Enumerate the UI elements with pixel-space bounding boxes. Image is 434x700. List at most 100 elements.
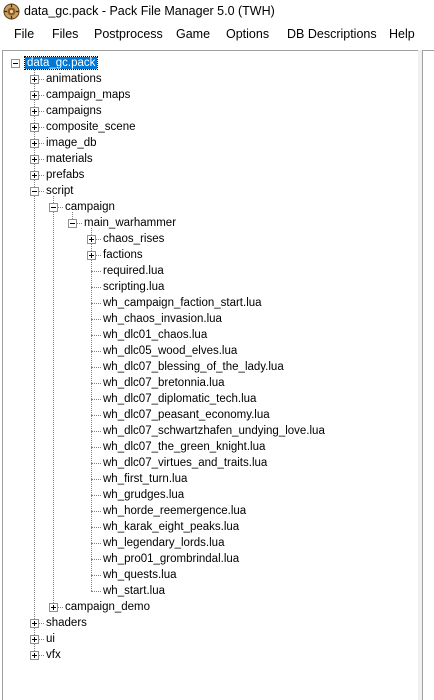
tree-node-label: wh_legendary_lords.lua — [103, 537, 225, 549]
tree-folder-node[interactable]: campaign — [63, 199, 117, 215]
expand-plus-icon[interactable] — [30, 75, 39, 84]
window-title: data_gc.pack - Pack File Manager 5.0 (TW… — [24, 4, 275, 18]
tree-folder-node[interactable]: script — [44, 183, 75, 199]
tree-folder-node[interactable]: composite_scene — [44, 119, 138, 135]
tree-file-node[interactable]: wh_dlc07_the_green_knight.lua — [101, 439, 267, 455]
editor-pane[interactable] — [422, 50, 434, 700]
tree-connector — [91, 399, 101, 400]
tree-node-label: wh_quests.lua — [103, 569, 177, 581]
tree-node-label: wh_start.lua — [103, 585, 166, 597]
pack-file-tree[interactable]: data_gc.pack animations campaign_mapscampa… — [2, 50, 418, 700]
expand-plus-icon[interactable] — [30, 139, 39, 148]
tree-node-label: shaders — [46, 617, 87, 629]
tree-folder-node[interactable]: prefabs — [44, 167, 86, 183]
expand-plus-icon[interactable] — [30, 155, 39, 164]
expand-plus-icon[interactable] — [30, 123, 39, 132]
tree-connector — [91, 495, 101, 496]
expand-plus-icon[interactable] — [30, 619, 39, 628]
tree-node-label: wh_dlc07_schwartzhafen_undying_love.lua — [103, 425, 325, 437]
tree-node-label: wh_first_turn.lua — [103, 473, 188, 485]
tree-node-label: campaign_maps — [46, 89, 131, 101]
tree-node-label: wh_dlc07_diplomatic_tech.lua — [103, 393, 257, 405]
tree-folder-node[interactable]: materials — [44, 151, 95, 167]
tree-file-node[interactable]: wh_quests.lua — [101, 567, 179, 583]
tree-connector — [91, 319, 101, 320]
menu-help[interactable]: Help — [389, 27, 415, 41]
tree-file-node[interactable]: wh_dlc07_blessing_of_the_lady.lua — [101, 359, 286, 375]
tree-node-label: wh_dlc07_the_green_knight.lua — [103, 441, 266, 453]
tree-file-node[interactable]: wh_pro01_grombrindal.lua — [101, 551, 241, 567]
expand-plus-icon[interactable] — [30, 635, 39, 644]
tree-connector — [91, 543, 101, 544]
tree-file-node[interactable]: wh_dlc07_bretonnia.lua — [101, 375, 226, 391]
expand-plus-icon[interactable] — [30, 171, 39, 180]
tree-file-node[interactable]: wh_first_turn.lua — [101, 471, 189, 487]
tree-folder-node[interactable]: main_warhammer — [82, 215, 178, 231]
tree-file-node[interactable]: wh_karak_eight_peaks.lua — [101, 519, 241, 535]
collapse-minus-icon[interactable] — [30, 187, 39, 196]
tree-node-label: chaos_rises — [103, 233, 165, 245]
tree-folder-node[interactable]: campaigns — [44, 103, 104, 119]
tree-file-node[interactable]: wh_legendary_lords.lua — [101, 535, 226, 551]
tree-file-node[interactable]: wh_grudges.lua — [101, 487, 186, 503]
tree-file-node[interactable]: wh_chaos_invasion.lua — [101, 311, 224, 327]
tree-folder-node[interactable]: image_db — [44, 135, 99, 151]
tree-file-node[interactable]: wh_dlc07_schwartzhafen_undying_love.lua — [101, 423, 327, 439]
tree-file-node[interactable]: wh_horde_reemergence.lua — [101, 503, 248, 519]
expand-plus-icon[interactable] — [87, 251, 96, 260]
tree-node-label: prefabs — [46, 169, 85, 181]
tree-folder-node[interactable]: chaos_rises — [101, 231, 166, 247]
tree-folder-node[interactable]: animations — [44, 71, 104, 87]
tree-node-label: wh_dlc01_chaos.lua — [103, 329, 208, 341]
tree-file-node[interactable]: wh_dlc07_peasant_economy.lua — [101, 407, 272, 423]
tree-file-node[interactable]: scripting.lua — [101, 279, 166, 295]
tree-folder-node[interactable]: ui — [44, 631, 57, 647]
tree-node-label: wh_dlc07_bretonnia.lua — [103, 377, 225, 389]
expand-plus-icon[interactable] — [49, 603, 58, 612]
collapse-minus-icon[interactable] — [68, 219, 77, 228]
tree-node-label: scripting.lua — [103, 281, 165, 293]
menu-file[interactable]: File — [14, 27, 34, 41]
tree-node-label: wh_chaos_invasion.lua — [103, 313, 222, 325]
tree-node-label: composite_scene — [46, 121, 136, 133]
tree-folder-node[interactable]: vfx — [44, 647, 63, 663]
collapse-minus-icon[interactable] — [49, 203, 58, 212]
tree-file-node[interactable]: wh_dlc05_wood_elves.lua — [101, 343, 239, 359]
expand-plus-icon[interactable] — [30, 651, 39, 660]
expand-plus-icon[interactable] — [30, 107, 39, 116]
tree-folder-node[interactable]: data_gc.pack — [23, 55, 99, 71]
tree-node-label: animations — [46, 73, 102, 85]
menu-options[interactable]: Options — [226, 27, 269, 41]
menu-postprocess[interactable]: Postprocess — [94, 27, 163, 41]
tree-node-label: wh_pro01_grombrindal.lua — [103, 553, 240, 565]
menu-game[interactable]: Game — [176, 27, 210, 41]
menu-files[interactable]: Files — [52, 27, 78, 41]
tree-node-label: wh_dlc07_blessing_of_the_lady.lua — [103, 361, 284, 373]
tree-node-label: wh_karak_eight_peaks.lua — [103, 521, 240, 533]
tree-folder-node[interactable]: campaign_demo — [63, 599, 152, 615]
tree-file-node[interactable]: wh_dlc07_virtues_and_traits.lua — [101, 455, 269, 471]
tree-node-label: materials — [46, 153, 93, 165]
tree-connector — [91, 383, 101, 384]
tree-node-label: main_warhammer — [84, 217, 177, 229]
menu-db-descriptions[interactable]: DB Descriptions — [287, 27, 377, 41]
tree-folder-node[interactable]: factions — [101, 247, 145, 263]
tree-connector — [91, 228, 92, 591]
tree-node-label: image_db — [46, 137, 97, 149]
expand-plus-icon[interactable] — [87, 235, 96, 244]
tree-file-node[interactable]: wh_dlc01_chaos.lua — [101, 327, 209, 343]
tree-connector — [91, 303, 101, 304]
tree-connector — [91, 575, 101, 576]
tree-connector — [91, 415, 101, 416]
tree-file-node[interactable]: wh_start.lua — [101, 583, 167, 599]
tree-file-node[interactable]: wh_dlc07_diplomatic_tech.lua — [101, 391, 258, 407]
tree-connector — [91, 511, 101, 512]
tree-file-node[interactable]: wh_campaign_faction_start.lua — [101, 295, 264, 311]
tree-node-label: wh_horde_reemergence.lua — [103, 505, 247, 517]
tree-folder-node[interactable]: shaders — [44, 615, 89, 631]
tree-connector — [91, 431, 101, 432]
expand-plus-icon[interactable] — [30, 91, 39, 100]
tree-folder-node[interactable]: campaign_maps — [44, 87, 132, 103]
tree-file-node[interactable]: required.lua — [101, 263, 166, 279]
collapse-minus-icon[interactable] — [11, 59, 20, 68]
